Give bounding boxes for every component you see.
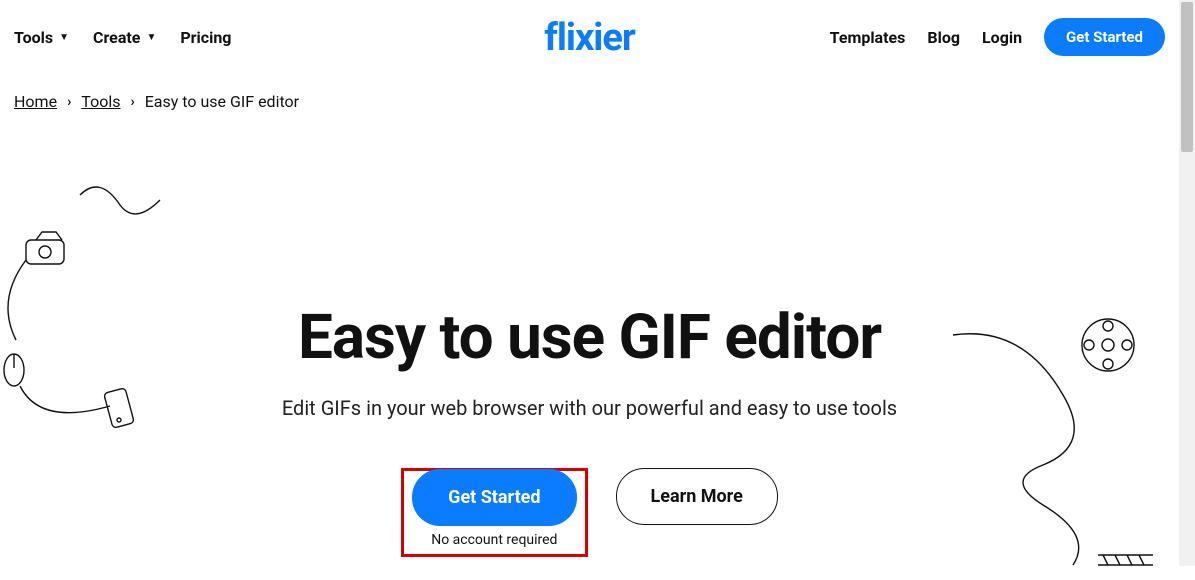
chevron-down-icon: ▼ bbox=[59, 33, 69, 43]
scrollbar-track[interactable] bbox=[1179, 0, 1195, 566]
nav-login[interactable]: Login bbox=[982, 28, 1022, 47]
breadcrumb-home[interactable]: Home bbox=[14, 92, 57, 111]
breadcrumb: Home › Tools › Easy to use GIF editor bbox=[0, 66, 1179, 111]
nav-right: Templates Blog Login Get Started bbox=[830, 18, 1165, 56]
hero: Easy to use GIF editor Edit GIFs in your… bbox=[0, 111, 1179, 557]
primary-cta-subtext: No account required bbox=[431, 532, 557, 548]
get-started-button[interactable]: Get Started bbox=[412, 469, 576, 526]
chevron-right-icon: › bbox=[67, 94, 71, 110]
nav-pricing[interactable]: Pricing bbox=[180, 28, 231, 47]
primary-cta-highlight-box: Get Started No account required bbox=[401, 468, 587, 557]
nav-create-label: Create bbox=[93, 28, 140, 47]
chevron-right-icon: › bbox=[130, 94, 134, 110]
scrollbar-thumb[interactable] bbox=[1181, 2, 1193, 152]
nav-tools-label: Tools bbox=[14, 28, 53, 47]
page-subtitle: Edit GIFs in your web browser with our p… bbox=[0, 396, 1179, 420]
logo[interactable]: flixier bbox=[544, 16, 635, 60]
learn-more-button[interactable]: Learn More bbox=[616, 468, 778, 525]
nav-templates[interactable]: Templates bbox=[830, 28, 906, 47]
nav-create[interactable]: Create ▼ bbox=[93, 28, 156, 47]
nav-tools[interactable]: Tools ▼ bbox=[14, 28, 69, 47]
nav-left: Tools ▼ Create ▼ Pricing bbox=[14, 28, 231, 47]
chevron-down-icon: ▼ bbox=[146, 33, 156, 43]
nav-blog[interactable]: Blog bbox=[927, 28, 960, 47]
breadcrumb-tools[interactable]: Tools bbox=[81, 92, 120, 111]
nav-pricing-label: Pricing bbox=[180, 28, 231, 47]
header: Tools ▼ Create ▼ Pricing flixier Templat… bbox=[0, 0, 1179, 66]
breadcrumb-current: Easy to use GIF editor bbox=[145, 92, 299, 111]
page-title: Easy to use GIF editor bbox=[0, 301, 1179, 374]
hero-buttons: Get Started No account required Learn Mo… bbox=[0, 468, 1179, 557]
get-started-header-button[interactable]: Get Started bbox=[1044, 18, 1165, 56]
